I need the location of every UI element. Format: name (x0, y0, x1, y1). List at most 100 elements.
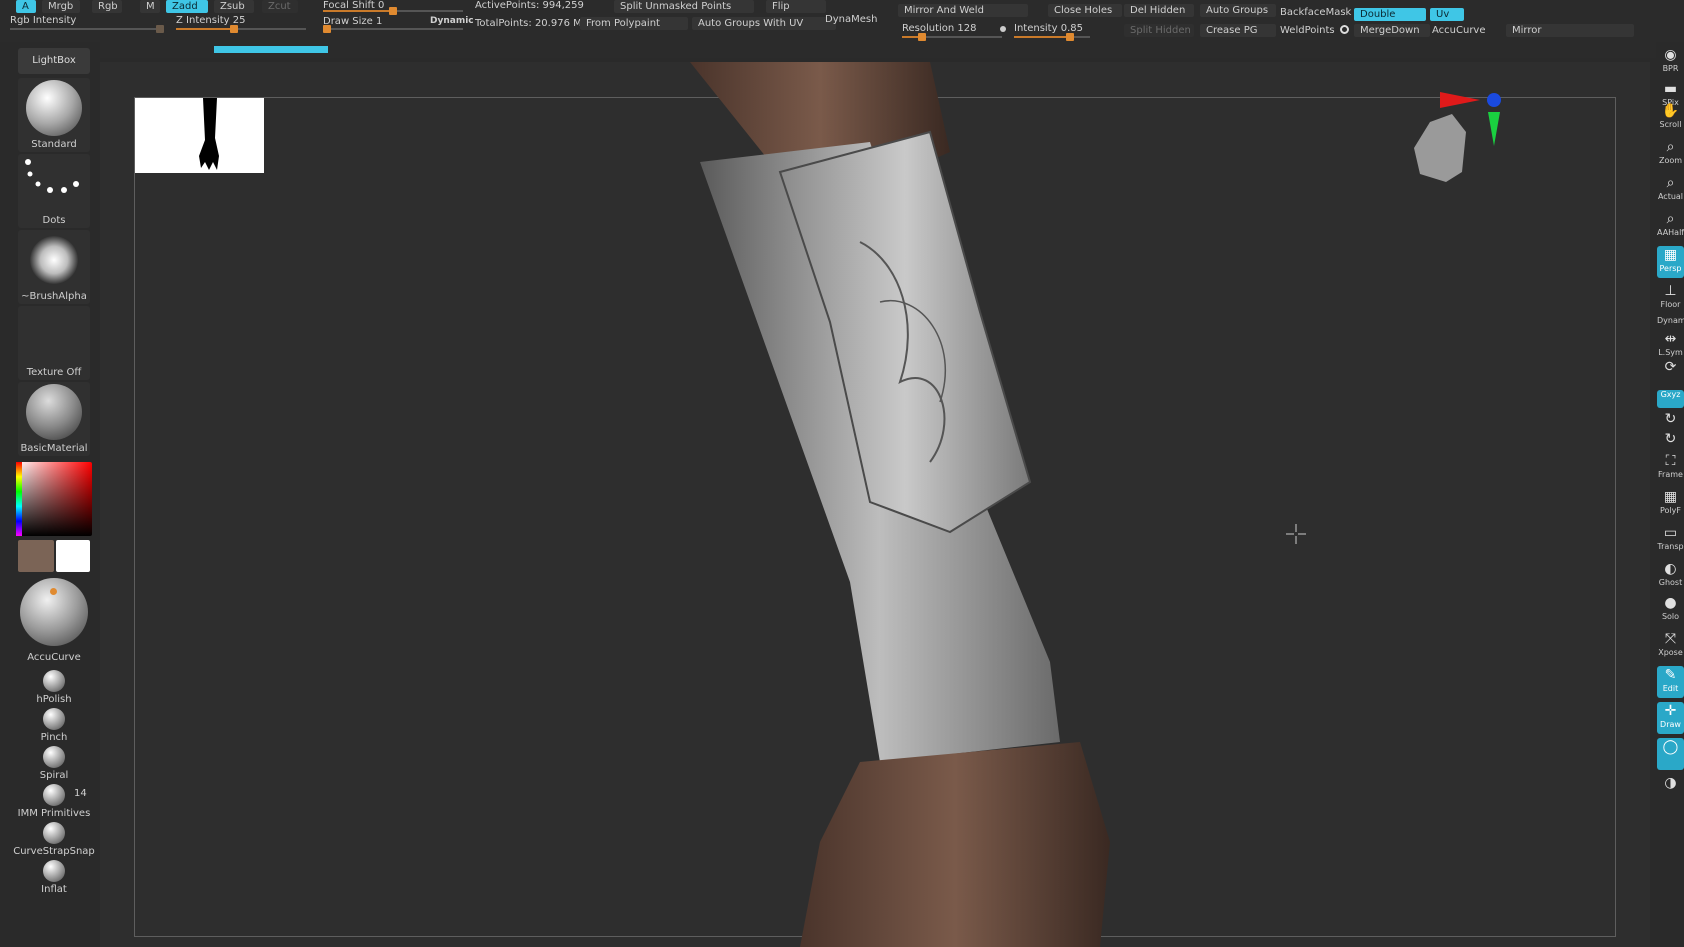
lightbox-button[interactable]: LightBox (18, 48, 90, 74)
draw-size-label: Draw Size 1 (323, 16, 383, 27)
texture-label: Texture Off (26, 367, 82, 378)
material-sphere-icon (26, 384, 82, 440)
merge-down-button[interactable]: MergeDown (1354, 24, 1430, 37)
brush-label: Standard (31, 139, 77, 150)
double-toggle[interactable]: Double (1354, 8, 1426, 21)
floor-button[interactable]: ⊥ Floor (1657, 282, 1684, 314)
accucurve-label[interactable]: AccuCurve (10, 652, 98, 663)
model-viewport[interactable] (100, 62, 1650, 947)
alpha-slot[interactable]: ~BrushAlpha (18, 230, 90, 304)
gxyz-button[interactable]: Gxyz (1657, 390, 1684, 408)
curve-point-dot (50, 588, 57, 595)
total-points-readout: TotalPoints: 20.976 Mil (475, 18, 588, 29)
transparency-icon: ▭ (1663, 525, 1678, 541)
lsym-icon: ⇹ (1664, 331, 1677, 347)
zadd-button[interactable]: Zadd (166, 0, 208, 13)
local-button[interactable]: ⟳ (1657, 358, 1684, 390)
imm-count-label: 14 (74, 788, 87, 799)
persp-button[interactable]: ▦ Persp (1657, 246, 1684, 278)
rotate-button[interactable]: ◯ (1657, 738, 1684, 770)
m-button[interactable]: M (140, 0, 160, 13)
zsub-button[interactable]: Zsub (214, 0, 254, 13)
mrgb-button[interactable]: Mrgb (42, 0, 80, 13)
scroll-button[interactable]: ✋ Scroll (1657, 102, 1684, 134)
z-intensity-slider[interactable] (176, 25, 306, 33)
split-unmasked-points-button[interactable]: Split Unmasked Points (614, 0, 754, 13)
crease-pg-button[interactable]: Crease PG (1200, 24, 1276, 37)
weld-points-radio[interactable] (1340, 25, 1349, 34)
spiral-brush[interactable]: Spiral (10, 746, 98, 781)
inflat-brush[interactable]: Inflat (10, 860, 98, 895)
rgb-button[interactable]: Rgb (92, 0, 122, 13)
auto-groups-with-uv-button[interactable]: Auto Groups With UV (692, 17, 836, 30)
progress-bar (214, 46, 328, 53)
transp-button[interactable]: ▭ Transp (1657, 524, 1684, 556)
forearm-model (690, 62, 1110, 947)
bpr-button[interactable]: ◉ BPR (1657, 46, 1684, 78)
edit-button[interactable]: ✎ Edit (1657, 666, 1684, 698)
rgb-intensity-slider[interactable] (10, 25, 164, 33)
actual-button[interactable]: ⌕ Actual (1657, 174, 1684, 206)
orientation-gizmo[interactable] (1414, 92, 1501, 182)
rotate-z-icon: ↻ (1664, 431, 1677, 447)
brush-alpha-icon (30, 236, 78, 284)
from-polypaint-button[interactable]: From Polypaint (580, 17, 688, 30)
rotate-y-icon: ↻ (1664, 411, 1677, 427)
pinch-brush-icon (43, 708, 65, 730)
intensity-slider[interactable] (1014, 33, 1090, 41)
accucurve-top-label[interactable]: AccuCurve (1432, 25, 1486, 36)
dynamic-toggle[interactable]: Dynamic (430, 16, 474, 26)
curvestrapsnap-icon (43, 822, 65, 844)
texture-slot[interactable]: Texture Off (18, 306, 90, 380)
resolution-dot[interactable] (1000, 26, 1006, 32)
resolution-slider[interactable] (902, 33, 1002, 41)
hpolish-brush-icon (43, 670, 65, 692)
flip-button[interactable]: Flip (766, 0, 826, 13)
aahalf-button[interactable]: ⌕ AAHalf (1657, 210, 1684, 242)
bpr-icon: ◉ (1664, 47, 1677, 63)
polyf-button[interactable]: ▦ PolyF (1657, 488, 1684, 520)
polypaint-sphere-button[interactable]: ◑ (1657, 774, 1684, 806)
z-axis-button[interactable]: ↻ (1657, 430, 1684, 448)
auto-groups-button[interactable]: Auto Groups (1200, 4, 1276, 17)
uv-toggle[interactable]: Uv (1430, 8, 1464, 21)
brush-slot[interactable]: Standard (18, 78, 90, 152)
mirror-and-weld-button[interactable]: Mirror And Weld (898, 4, 1028, 17)
focal-shift-slider[interactable] (323, 7, 463, 15)
hue-strip[interactable] (16, 462, 22, 536)
xpose-button[interactable]: ⤧ Xpose (1657, 630, 1684, 662)
solo-button[interactable]: ● Solo (1657, 594, 1684, 626)
dynamesh-label[interactable]: DynaMesh (825, 14, 877, 25)
frame-button[interactable]: ⛶ Frame (1657, 452, 1684, 484)
actual-icon: ⌕ (1666, 175, 1675, 191)
backface-mask-label[interactable]: BackfaceMask (1280, 7, 1351, 18)
color-picker[interactable] (16, 462, 92, 536)
document-canvas[interactable] (100, 62, 1650, 947)
hand-icon: ✋ (1661, 103, 1680, 119)
resolution-label: Resolution 128 (902, 23, 977, 34)
main-color-swatch[interactable] (18, 540, 54, 572)
secondary-color-swatch[interactable] (56, 540, 90, 572)
pinch-brush[interactable]: Pinch (10, 708, 98, 743)
del-hidden-button[interactable]: Del Hidden (1124, 4, 1194, 17)
split-hidden-button[interactable]: Split Hidden (1124, 24, 1194, 37)
left-shelf: LightBox Standard Dots ~BrushAlpha Textu… (0, 42, 100, 947)
zoom-button[interactable]: ⌕ Zoom (1657, 138, 1684, 170)
a-toggle[interactable]: A (16, 0, 36, 13)
xpose-icon: ⤧ (1664, 631, 1677, 647)
ghost-button[interactable]: ◐ Ghost (1657, 560, 1684, 592)
top-shelf: A Mrgb Rgb M Zadd Zsub Zcut Rgb Intensit… (0, 0, 1684, 58)
close-holes-button[interactable]: Close Holes (1048, 4, 1122, 17)
draw-size-slider[interactable] (323, 25, 463, 33)
weld-points-label[interactable]: WeldPoints (1280, 25, 1335, 36)
material-slot[interactable]: BasicMaterial (18, 382, 90, 456)
imm-primitives-icon (43, 784, 65, 806)
active-points-readout: ActivePoints: 994,259 (475, 0, 584, 11)
draw-button[interactable]: ✛ Draw (1657, 702, 1684, 734)
zcut-button[interactable]: Zcut (262, 0, 298, 13)
stroke-slot[interactable]: Dots (18, 154, 90, 228)
y-axis-button[interactable]: ↻ (1657, 410, 1684, 428)
mirror-button[interactable]: Mirror (1506, 24, 1634, 37)
hpolish-brush[interactable]: hPolish (10, 670, 98, 705)
curvestrapsnap-brush[interactable]: CurveStrapSnap (10, 822, 98, 857)
